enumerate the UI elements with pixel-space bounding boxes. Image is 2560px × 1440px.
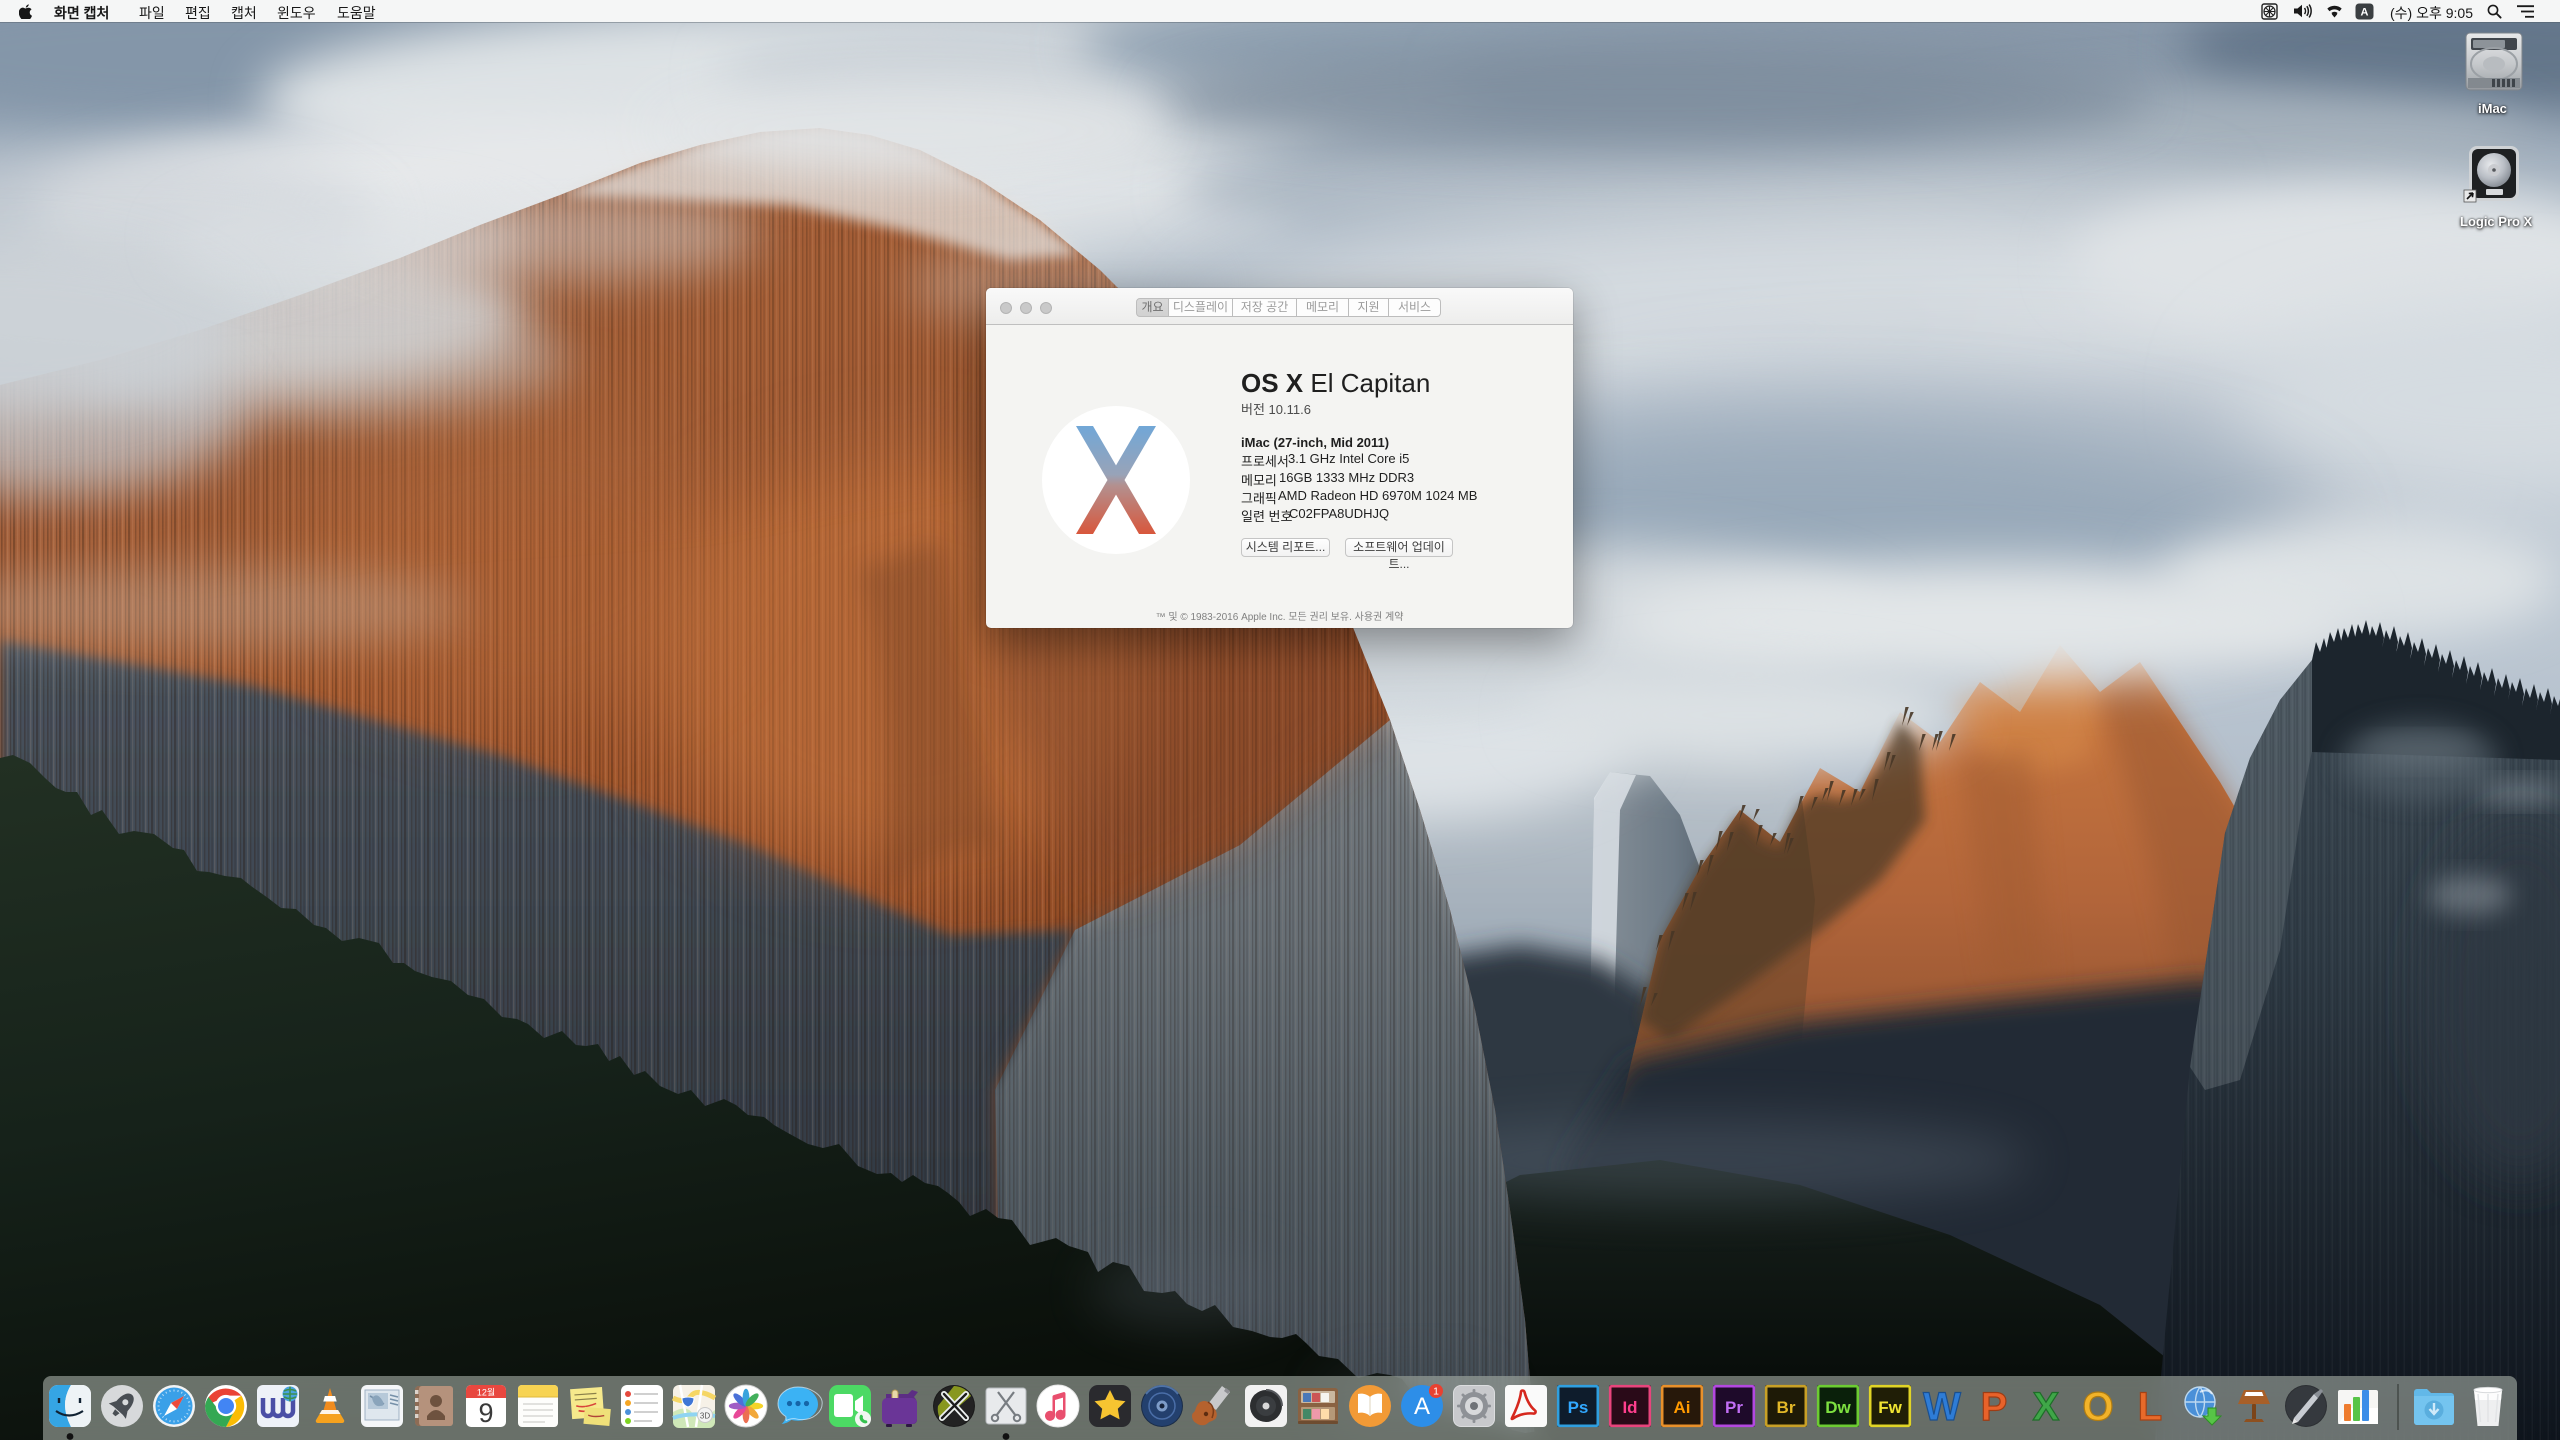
svg-text:12월: 12월 xyxy=(477,1387,495,1398)
svg-text:Ps: Ps xyxy=(1568,1398,1589,1417)
svg-text:X: X xyxy=(2033,1385,2060,1429)
svg-text:Pr: Pr xyxy=(1725,1398,1743,1417)
svg-text:Dw: Dw xyxy=(1825,1398,1851,1417)
svg-text:1: 1 xyxy=(1433,1386,1439,1398)
svg-text:O: O xyxy=(2082,1385,2113,1429)
svg-text:W: W xyxy=(1923,1385,1961,1429)
svg-text:A: A xyxy=(1414,1393,1430,1420)
svg-text:3D: 3D xyxy=(700,1412,710,1421)
svg-text:Fw: Fw xyxy=(1878,1398,1902,1417)
svg-text:P: P xyxy=(1981,1385,2008,1429)
svg-text:9: 9 xyxy=(478,1398,493,1428)
svg-text:Br: Br xyxy=(1777,1398,1796,1417)
svg-text:Id: Id xyxy=(1622,1398,1637,1417)
svg-text:L: L xyxy=(2138,1385,2162,1429)
svg-text:Ai: Ai xyxy=(1674,1398,1691,1417)
